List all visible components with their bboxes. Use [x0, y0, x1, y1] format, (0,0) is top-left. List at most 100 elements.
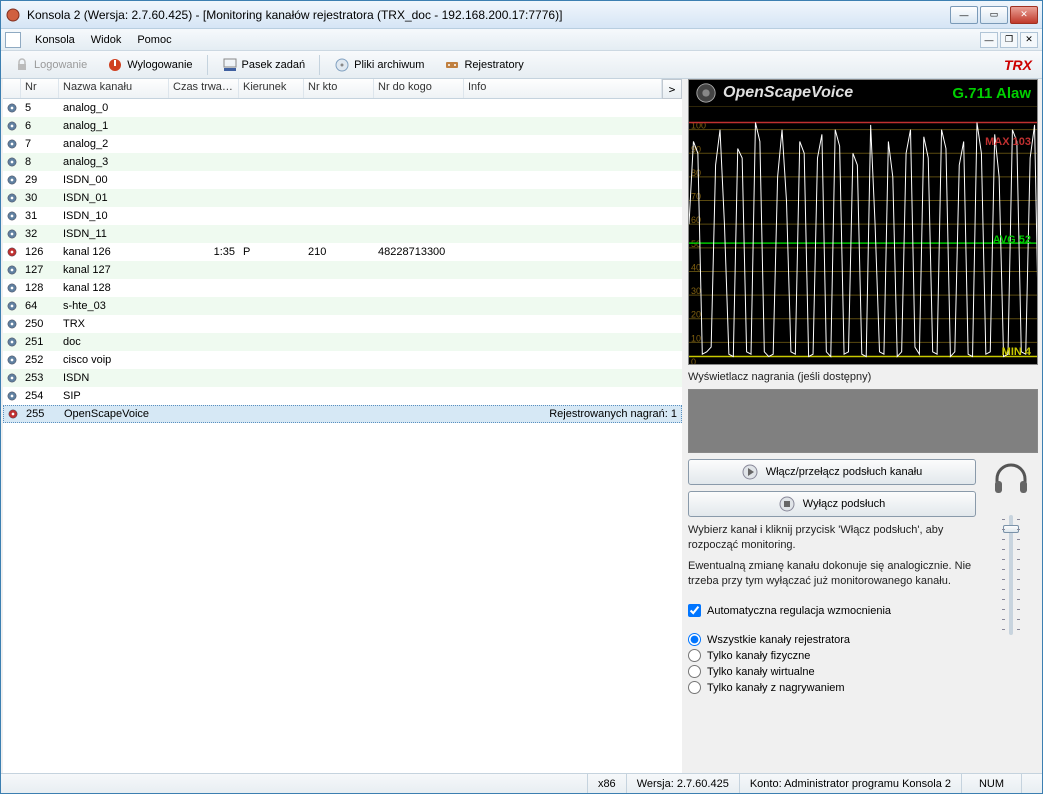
cell-to — [374, 179, 464, 181]
svg-text:0: 0 — [691, 357, 696, 365]
col-to[interactable]: Nr do kogo — [374, 79, 464, 98]
play-icon — [742, 464, 758, 480]
cell-nr: 31 — [21, 209, 59, 223]
cell-direction — [239, 161, 304, 163]
minimize-button[interactable]: — — [950, 6, 978, 24]
logout-button[interactable]: Wylogowanie — [98, 54, 201, 76]
svg-text:80: 80 — [691, 168, 701, 178]
table-row[interactable]: 8analog_3 — [3, 153, 682, 171]
cell-info — [464, 125, 682, 127]
table-row[interactable]: 253ISDN — [3, 369, 682, 387]
table-row[interactable]: 30ISDN_01 — [3, 189, 682, 207]
cell-to — [374, 197, 464, 199]
cell-info — [464, 287, 682, 289]
close-button[interactable]: ✕ — [1010, 6, 1038, 24]
cell-from — [305, 413, 375, 415]
table-row[interactable]: 127kanal 127 — [3, 261, 682, 279]
recording-display — [688, 389, 1038, 453]
cell-info — [464, 341, 682, 343]
table-row[interactable]: 32ISDN_11 — [3, 225, 682, 243]
cell-direction — [239, 179, 304, 181]
table-row[interactable]: 250TRX — [3, 315, 682, 333]
mdi-close-button[interactable]: ✕ — [1020, 32, 1038, 48]
cell-nr: 30 — [21, 191, 59, 205]
cell-duration — [169, 197, 239, 199]
scope-avg-label: AVG 52 — [993, 234, 1031, 246]
maximize-button[interactable]: ▭ — [980, 6, 1008, 24]
col-direction[interactable]: Kierunek — [239, 79, 304, 98]
auto-gain-row[interactable]: Automatyczna regulacja wzmocnienia — [688, 604, 976, 617]
cell-nr: 29 — [21, 173, 59, 187]
row-status-icon — [3, 371, 21, 385]
menu-konsola[interactable]: Konsola — [27, 32, 83, 48]
scope-codec: G.711 Alaw — [952, 85, 1031, 102]
cell-info — [464, 197, 682, 199]
cell-duration — [169, 125, 239, 127]
cell-info: Rejestrowanych nagrań: 1 — [465, 407, 681, 421]
col-icon[interactable] — [3, 79, 21, 98]
mdi-minimize-button[interactable]: — — [980, 32, 998, 48]
col-info[interactable]: Info — [464, 79, 662, 98]
cell-nr: 126 — [21, 245, 59, 259]
cell-nr: 5 — [21, 101, 59, 115]
row-status-icon — [3, 299, 21, 313]
cell-from — [304, 125, 374, 127]
cell-nr: 254 — [21, 389, 59, 403]
row-status-icon — [3, 281, 21, 295]
table-row[interactable]: 126kanal 1261:35P21048228713300 — [3, 243, 682, 261]
auto-gain-checkbox[interactable] — [688, 604, 701, 617]
cell-name: kanal 126 — [59, 245, 169, 259]
disable-monitor-button[interactable]: Wyłącz podsłuch — [688, 491, 976, 517]
table-body[interactable]: 5analog_06analog_17analog_28analog_329IS… — [3, 99, 682, 773]
table-row[interactable]: 254SIP — [3, 387, 682, 405]
table-row[interactable]: 128kanal 128 — [3, 279, 682, 297]
mdi-restore-button[interactable]: ❐ — [1000, 32, 1018, 48]
table-row[interactable]: 5analog_0 — [3, 99, 682, 117]
cell-duration — [170, 413, 240, 415]
collapse-panel-button[interactable]: > — [662, 79, 682, 99]
col-nr[interactable]: Nr — [21, 79, 59, 98]
radio-virtual[interactable]: Tylko kanały wirtualne — [688, 665, 976, 678]
monitor-panel: OpenScapeVoice G.711 Alaw 01020304050607… — [684, 79, 1042, 773]
cell-info — [464, 395, 682, 397]
table-row[interactable]: 255OpenScapeVoiceRejestrowanych nagrań: … — [3, 405, 682, 423]
col-duration[interactable]: Czas trwania — [169, 79, 239, 98]
row-status-icon — [3, 137, 21, 151]
table-row[interactable]: 251doc — [3, 333, 682, 351]
cell-name: ISDN_11 — [59, 227, 169, 241]
volume-slider[interactable] — [1009, 515, 1013, 635]
table-row[interactable]: 64s-hte_03 — [3, 297, 682, 315]
cell-name: ISDN_01 — [59, 191, 169, 205]
row-status-icon — [3, 317, 21, 331]
table-row[interactable]: 6analog_1 — [3, 117, 682, 135]
taskbar-label: Pasek zadań — [242, 59, 306, 71]
radio-all[interactable]: Wszystkie kanały rejestratora — [688, 633, 976, 646]
cell-name: ISDN_10 — [59, 209, 169, 223]
menu-pomoc[interactable]: Pomoc — [129, 32, 179, 48]
radio-recording[interactable]: Tylko kanały z nagrywaniem — [688, 681, 976, 694]
cell-duration — [169, 179, 239, 181]
cell-direction — [239, 359, 304, 361]
status-num: NUM — [961, 774, 1021, 793]
menu-widok[interactable]: Widok — [83, 32, 130, 48]
cell-info — [464, 233, 682, 235]
taskbar-button[interactable]: Pasek zadań — [213, 54, 315, 76]
cell-duration — [169, 161, 239, 163]
recorders-button[interactable]: Rejestratory — [435, 54, 532, 76]
col-name[interactable]: Nazwa kanału — [59, 79, 169, 98]
archive-button[interactable]: Pliki archiwum — [325, 54, 433, 76]
table-row[interactable]: 31ISDN_10 — [3, 207, 682, 225]
enable-monitor-button[interactable]: Włącz/przełącz podsłuch kanału — [688, 459, 976, 485]
table-row[interactable]: 252cisco voip — [3, 351, 682, 369]
cell-to — [374, 143, 464, 145]
table-row[interactable]: 29ISDN_00 — [3, 171, 682, 189]
col-from[interactable]: Nr kto — [304, 79, 374, 98]
cell-duration: 1:35 — [169, 245, 239, 259]
table-row[interactable]: 7analog_2 — [3, 135, 682, 153]
radio-physical[interactable]: Tylko kanały fizyczne — [688, 649, 976, 662]
cell-direction — [239, 107, 304, 109]
titlebar: Konsola 2 (Wersja: 2.7.60.425) - [Monito… — [1, 1, 1042, 29]
cell-name: TRX — [59, 317, 169, 331]
cell-direction — [239, 377, 304, 379]
scope-min-label: MIN 4 — [1002, 346, 1031, 358]
